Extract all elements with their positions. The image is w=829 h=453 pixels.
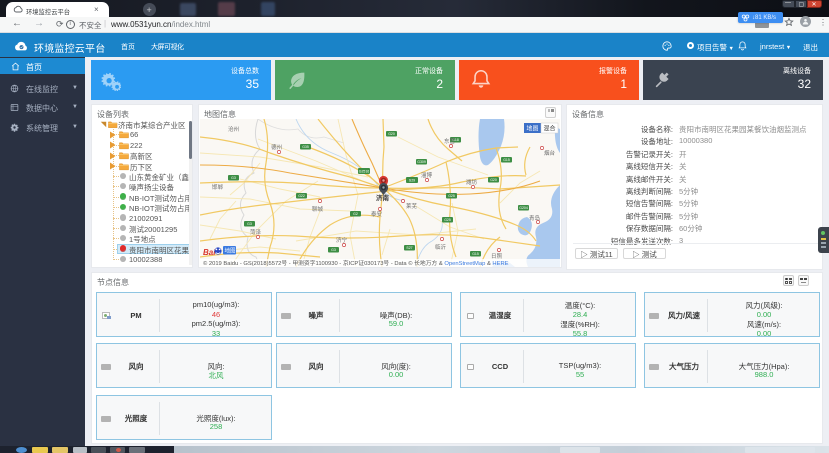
- svg-text:G309: G309: [417, 160, 426, 164]
- svg-text:淄博: 淄博: [421, 171, 433, 179]
- svg-text:菏泽: 菏泽: [250, 228, 262, 236]
- svg-text:济南: 济南: [376, 193, 390, 202]
- svg-text:G15: G15: [472, 252, 479, 256]
- svg-text:Bai: Bai: [203, 248, 216, 257]
- svg-text:邯郸: 邯郸: [212, 183, 224, 191]
- svg-text:G20: G20: [388, 132, 395, 136]
- svg-text:泰安: 泰安: [371, 210, 383, 218]
- svg-text:G25: G25: [444, 218, 451, 222]
- svg-text:S27: S27: [406, 246, 412, 250]
- svg-text:沧州: 沧州: [228, 125, 239, 133]
- svg-text:济宁: 济宁: [336, 236, 348, 244]
- svg-text:东营: 东营: [444, 137, 456, 145]
- svg-text:临沂: 临沂: [435, 243, 447, 251]
- svg-text:G204: G204: [519, 206, 528, 210]
- svg-text:G3: G3: [331, 248, 336, 252]
- svg-text:G2: G2: [353, 212, 358, 216]
- svg-text:地图: 地图: [225, 247, 237, 255]
- svg-text:混合: 混合: [544, 125, 556, 133]
- svg-text:G15: G15: [503, 158, 510, 162]
- svg-text:© 2019 Baidu - GS(2018)5572号 -: © 2019 Baidu - GS(2018)5572号 - 甲测资字11009…: [203, 259, 509, 267]
- svg-text:S29: S29: [409, 178, 415, 182]
- svg-text:G22: G22: [298, 194, 305, 198]
- svg-text:G2516: G2516: [359, 169, 370, 173]
- svg-text:G20: G20: [490, 178, 497, 182]
- svg-text:烟台: 烟台: [544, 149, 556, 157]
- svg-text:G3: G3: [247, 222, 252, 226]
- svg-text:G35: G35: [302, 145, 309, 149]
- svg-text:德州: 德州: [271, 143, 282, 151]
- svg-text:G3: G3: [231, 176, 236, 180]
- svg-text:青岛: 青岛: [529, 214, 541, 222]
- svg-text:莱芜: 莱芜: [406, 202, 418, 210]
- svg-text:地图: 地图: [527, 125, 539, 133]
- svg-text:聊城: 聊城: [312, 205, 324, 213]
- svg-text:G25: G25: [448, 194, 455, 198]
- svg-text:日照: 日照: [491, 253, 503, 260]
- svg-text:潍坊: 潍坊: [466, 178, 478, 186]
